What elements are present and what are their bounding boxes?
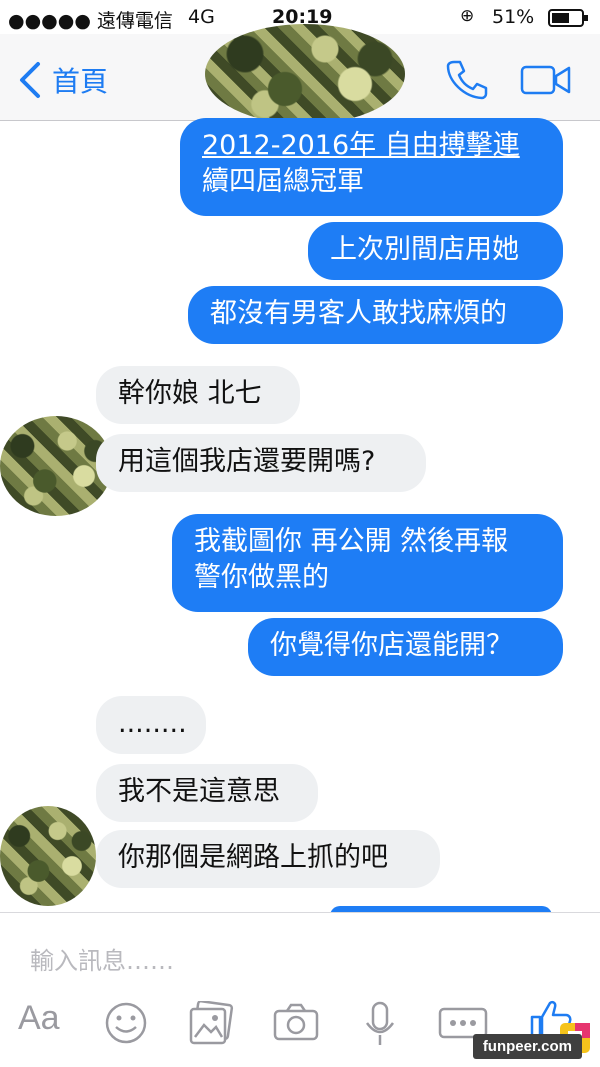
message-line: 續四屆總冠軍 [202,166,364,197]
watermark: funpeer.com [472,1034,582,1059]
message-incoming[interactable]: 你那個是網路上抓的吧 [96,830,440,888]
text-format-icon[interactable]: Aa [18,999,60,1038]
conversation-header: 首頁 [0,24,600,124]
battery-percent: 51% [492,6,535,28]
message-line: 我截圖你 再公開 然後再報 [194,526,509,557]
message-outgoing[interactable]: 2012-2016年 自由搏擊連 續四屆總冠軍 [180,118,563,216]
message-incoming[interactable]: 幹你娘 北七 [96,366,300,424]
message-line: 警你做黑的 [194,562,329,593]
message-line: 2012-2016年 自由搏擊連 [202,130,520,161]
video-camera-icon[interactable] [520,64,572,100]
emoji-icon[interactable] [104,1001,148,1049]
back-button[interactable]: 首頁 [12,56,122,100]
avatar[interactable] [0,806,96,906]
contact-name-obscured[interactable] [205,24,405,124]
message-outgoing[interactable]: 我截圖你 再公開 然後再報 警你做黑的 [172,514,563,612]
message-outgoing[interactable]: 上次別間店用她 [308,222,563,280]
message-outgoing[interactable]: 你覺得你店還能開？ [248,618,563,676]
microphone-icon[interactable] [364,1001,396,1051]
carrier-signal: ●●●●● 遠傳電信 [8,10,173,32]
battery-icon [548,9,590,32]
gallery-icon[interactable] [188,999,234,1049]
message-outgoing[interactable]: 都沒有男客人敢找麻煩的 [188,286,563,344]
message-incoming[interactable]: 我不是這意思 [96,764,318,822]
message-incoming[interactable]: ........ [96,696,206,754]
chevron-left-icon [20,62,40,98]
back-label: 首頁 [52,65,109,98]
orientation-lock-icon: ⊕ [460,6,475,26]
phone-icon[interactable] [444,56,488,104]
message-incoming[interactable]: 用這個我店還要開嗎? [96,434,426,492]
network-type: 4G [188,6,215,28]
camera-icon[interactable] [272,1001,320,1049]
message-input[interactable]: 輸入訊息…… [30,941,174,976]
